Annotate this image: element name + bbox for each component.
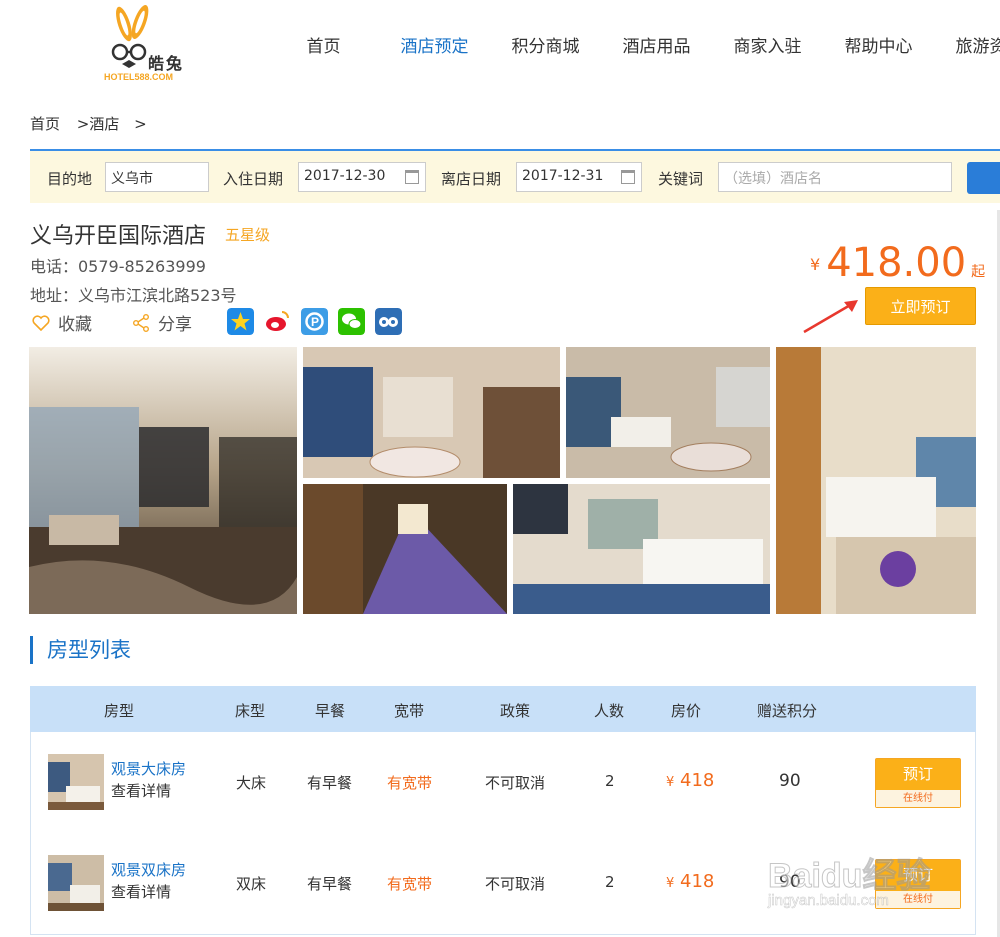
breadcrumb: 首页 >酒店 >	[30, 113, 151, 134]
people-count: 2	[605, 772, 615, 790]
col-broadband: 宽带	[394, 702, 425, 720]
room-name-link[interactable]: 观景双床房	[111, 859, 186, 880]
room-list-title: 房型列表	[30, 636, 131, 664]
watermark-main: Baidu经验	[767, 857, 931, 896]
cancel-policy: 不可取消	[485, 875, 546, 893]
favorite-button[interactable]: 收藏	[32, 310, 92, 335]
pengyou-share-icon[interactable]: P	[301, 308, 328, 335]
nav-travel-news[interactable]: 旅游资讯	[934, 32, 1000, 57]
keyword-input[interactable]: （选填）酒店名	[718, 162, 952, 192]
broadband: 有宽带	[387, 774, 433, 792]
favorite-label: 收藏	[58, 315, 92, 335]
room-thumbnail[interactable]	[48, 855, 104, 911]
hotel-search-bar: 目的地 义乌市 入住日期 2017-12-30 离店日期 2017-12-31 …	[30, 149, 1000, 203]
bed-type: 双床	[236, 875, 267, 893]
hotel-star-rating: 五星级	[225, 226, 271, 244]
col-points: 赠送积分	[757, 702, 818, 720]
checkin-date-input[interactable]: 2017-12-30	[298, 162, 426, 192]
breakfast: 有早餐	[307, 875, 353, 893]
price-suffix: 起	[971, 264, 986, 280]
nav-help-center[interactable]: 帮助中心	[823, 32, 934, 57]
hotel-address: 地址：义乌市江滨北路523号	[30, 286, 237, 305]
room-price: ¥ 418	[666, 871, 714, 892]
destination-input[interactable]: 义乌市	[105, 162, 209, 192]
room-name-link[interactable]: 观景大床房	[111, 758, 186, 779]
main-nav: 首页 酒店预定 积分商城 酒店用品 商家入驻 帮助中心 旅游资讯	[268, 32, 1000, 57]
room-table-header: 房型 床型 早餐 宽带 政策 人数 房价 赠送积分	[30, 686, 976, 732]
checkout-date-value: 2017-12-31	[522, 168, 604, 184]
breakfast: 有早餐	[307, 774, 353, 792]
col-price: 房价	[671, 702, 702, 720]
share-button[interactable]: 分享	[132, 310, 192, 335]
hotel-photo-corridor[interactable]	[303, 484, 507, 614]
checkout-date-input[interactable]: 2017-12-31	[516, 162, 642, 192]
nav-hotel-booking[interactable]: 酒店预定	[379, 32, 490, 57]
room-price-value: 418	[680, 770, 715, 791]
site-header: 皓兔 HOTEL588.COM 首页 酒店预定 积分商城 酒店用品 商家入驻 帮…	[0, 0, 1000, 95]
broadband: 有宽带	[387, 875, 433, 893]
cancel-policy: 不可取消	[485, 774, 546, 792]
hotel-photo-bedroom-bath[interactable]	[566, 347, 770, 478]
destination-label: 目的地	[47, 170, 93, 188]
share-icon	[133, 313, 149, 332]
hotel-photo-restaurant[interactable]	[29, 347, 297, 614]
keyword-label: 关键词	[658, 170, 704, 188]
breadcrumb-hotel[interactable]: >酒店	[77, 115, 120, 133]
checkin-label: 入住日期	[223, 170, 284, 188]
book-now-button[interactable]: 立即预订	[865, 287, 976, 325]
nav-merchant-join[interactable]: 商家入驻	[712, 32, 823, 57]
room-price: ¥ 418	[666, 770, 714, 791]
baidu-jingyan-watermark: Baidu经验 jingyan.baidu.com	[767, 830, 968, 920]
svg-text:P: P	[311, 315, 319, 329]
col-policy: 政策	[500, 702, 531, 720]
weibo-share-icon[interactable]	[264, 308, 291, 335]
hotel-name: 义乌开臣国际酒店	[30, 224, 207, 249]
room-thumbnail[interactable]	[48, 754, 104, 810]
col-breakfast: 早餐	[315, 702, 346, 720]
nav-points-mall[interactable]: 积分商城	[490, 32, 601, 57]
book-room-button[interactable]: 预订 在线付	[875, 758, 961, 808]
checkout-label: 离店日期	[441, 170, 502, 188]
hotel-photo-king-room[interactable]	[776, 347, 976, 614]
logo-domain: HOTEL588.COM	[104, 72, 174, 82]
col-room-type: 房型	[104, 702, 135, 720]
hotel-photo-twin-room[interactable]	[513, 484, 770, 614]
room-price-value: 418	[680, 871, 715, 892]
wechat-share-icon[interactable]	[338, 308, 365, 335]
calendar-icon[interactable]	[621, 170, 635, 184]
people-count: 2	[605, 873, 615, 891]
logo-text: 皓兔	[148, 54, 185, 73]
book-room-label: 预订	[876, 759, 960, 790]
room-detail-link[interactable]: 查看详情	[111, 780, 171, 801]
col-bed-type: 床型	[235, 702, 266, 720]
search-button[interactable]	[967, 162, 1000, 194]
share-label: 分享	[158, 315, 192, 335]
pay-online-label: 在线付	[876, 790, 960, 807]
watermark-sub: jingyan.baidu.com	[768, 892, 889, 910]
bonus-points: 90	[779, 771, 801, 791]
price-currency: ¥	[810, 255, 821, 274]
lowest-price: ¥418.00 起	[810, 240, 985, 286]
price-value: 418.00	[826, 240, 967, 286]
qzone-share-icon[interactable]	[227, 308, 254, 335]
nav-hotel-supplies[interactable]: 酒店用品	[601, 32, 712, 57]
breadcrumb-separator: >	[134, 115, 147, 133]
breadcrumb-home[interactable]: 首页	[30, 115, 60, 133]
calendar-icon[interactable]	[405, 170, 419, 184]
nav-home[interactable]: 首页	[268, 32, 379, 57]
hotel-photo-suite-bath[interactable]	[303, 347, 560, 478]
room-price-currency: ¥	[666, 775, 675, 790]
room-detail-link[interactable]: 查看详情	[111, 881, 171, 902]
heart-icon	[32, 314, 50, 331]
renren-share-icon[interactable]	[375, 308, 402, 335]
col-people: 人数	[594, 702, 625, 720]
hotel-phone: 电话：0579-85263999	[30, 257, 206, 276]
pointer-arrow-icon	[803, 300, 858, 334]
room-price-currency: ¥	[666, 876, 675, 891]
bed-type: 大床	[236, 774, 267, 792]
table-row: 观景大床房 查看详情 大床 有早餐 有宽带 不可取消 2 ¥ 418 90 预订…	[30, 732, 976, 834]
checkin-date-value: 2017-12-30	[304, 168, 386, 184]
